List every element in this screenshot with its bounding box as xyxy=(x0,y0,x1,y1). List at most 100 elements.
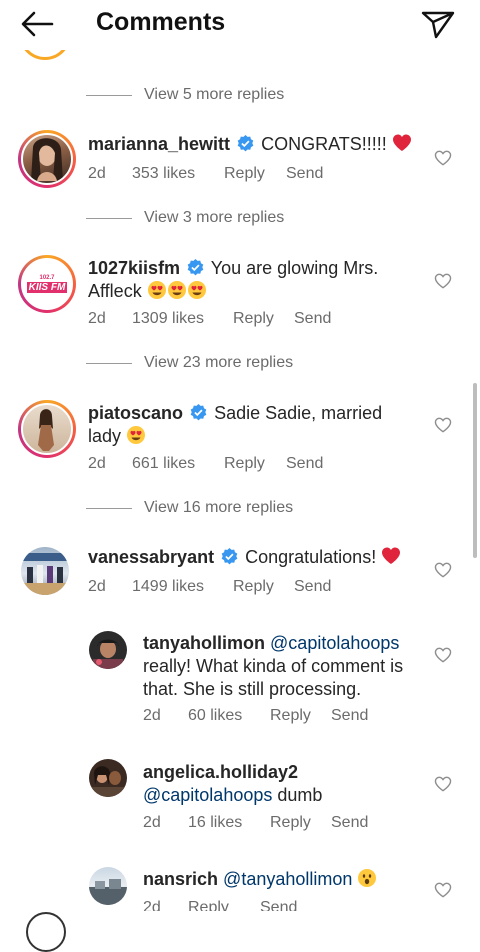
avatar-photo xyxy=(38,409,54,451)
send-button[interactable]: Send xyxy=(331,814,368,832)
reply-text: nansrich @tanyahollimon xyxy=(143,868,428,891)
view-more-replies-button[interactable]: View 16 more replies xyxy=(86,499,293,517)
avatar-photo xyxy=(21,553,69,595)
header-bar: Comments xyxy=(0,0,480,50)
avatar[interactable] xyxy=(89,631,127,669)
like-heart-icon[interactable] xyxy=(434,562,452,578)
likes-count[interactable]: 60 likes xyxy=(188,707,270,725)
view-more-replies-button[interactable]: View 3 more replies xyxy=(86,209,284,227)
avatar[interactable] xyxy=(89,759,127,797)
comment-text: 1027kiisfm You are glowing Mrs. Affleck xyxy=(88,257,418,303)
comment-body-line2: Affleck xyxy=(88,281,142,301)
username-link[interactable]: angelica.holliday2 xyxy=(143,762,298,782)
reply-button[interactable]: Reply xyxy=(233,578,294,596)
likes-count[interactable]: 353 likes xyxy=(132,165,224,183)
heart-eyes-emoji-icon xyxy=(167,281,186,299)
view-more-replies-button[interactable]: View 5 more replies xyxy=(86,86,284,104)
comment-text: piatoscano Sadie Sadie, married lady xyxy=(88,402,418,448)
scrollbar[interactable] xyxy=(473,383,477,558)
likes-count[interactable]: 16 likes xyxy=(188,814,270,832)
back-arrow-icon[interactable] xyxy=(20,10,56,38)
like-heart-icon[interactable] xyxy=(434,647,452,663)
heart-eyes-emoji-icon xyxy=(187,281,206,299)
likes-count[interactable]: 1499 likes xyxy=(132,578,233,596)
reply-body: dumb xyxy=(277,785,323,805)
likes-count[interactable]: 661 likes xyxy=(132,455,224,473)
reply-button[interactable]: Reply xyxy=(188,899,260,911)
view-replies-label: View 3 more replies xyxy=(144,209,285,226)
direct-send-icon[interactable] xyxy=(420,8,456,40)
heart-eyes-emoji-icon xyxy=(127,426,146,444)
comment-text: marianna_hewitt CONGRATS!!!!! xyxy=(88,133,412,156)
comment-time: 2d xyxy=(143,899,161,911)
reply-text: tanyahollimon @capitolahoops really! Wha… xyxy=(143,632,428,701)
mention-link[interactable]: @tanyahollimon xyxy=(223,869,352,889)
avatar-logo-top: 102.7 xyxy=(39,275,55,281)
send-button[interactable]: Send xyxy=(286,165,323,183)
username-link[interactable]: piatoscano xyxy=(88,403,183,423)
like-heart-icon[interactable] xyxy=(434,417,452,433)
send-button[interactable]: Send xyxy=(286,455,323,473)
comment-body-line1: You are glowing Mrs. xyxy=(210,258,379,278)
avatar-photo xyxy=(31,138,63,181)
verified-badge-icon xyxy=(190,404,207,421)
username-link[interactable]: tanyahollimon xyxy=(143,633,265,653)
surprised-face-emoji-icon xyxy=(358,869,377,887)
reply-text: angelica.holliday2 @capitolahoops dumb xyxy=(143,761,428,807)
comment-meta: 2d 353 likes Reply Send xyxy=(88,165,323,183)
next-comment-avatar xyxy=(26,912,66,952)
comment-meta: 2d 1309 likes Reply Send xyxy=(88,310,331,328)
reply-meta: 2d 60 likes Reply Send xyxy=(143,707,368,725)
mention-link[interactable]: @capitolahoops xyxy=(270,633,399,653)
comment-time: 2d xyxy=(143,707,161,724)
likes-count[interactable]: 1309 likes xyxy=(132,310,233,328)
red-heart-emoji-icon xyxy=(382,547,401,564)
reply-button[interactable]: Reply xyxy=(270,814,331,832)
kiis-logo: KIIS FM xyxy=(26,282,68,293)
username-link[interactable]: nansrich xyxy=(143,869,218,889)
divider-line xyxy=(86,94,132,96)
reply-button[interactable]: Reply xyxy=(224,165,286,183)
like-heart-icon[interactable] xyxy=(434,273,452,289)
comment-time: 2d xyxy=(88,310,106,327)
comment-body-line2: lady xyxy=(88,426,122,446)
comment-meta: 2d 661 likes Reply Send xyxy=(88,455,323,473)
avatar[interactable] xyxy=(18,400,76,458)
avatar[interactable] xyxy=(89,867,127,905)
comment-time: 2d xyxy=(88,455,106,472)
send-button[interactable]: Send xyxy=(294,578,331,596)
avatar-photo xyxy=(89,879,127,905)
reply-body-line3: that. She is still processing. xyxy=(143,679,362,699)
send-button[interactable]: Send xyxy=(260,899,297,911)
like-heart-icon[interactable] xyxy=(434,776,452,792)
verified-badge-icon xyxy=(187,259,204,276)
like-heart-icon[interactable] xyxy=(434,150,452,166)
send-button[interactable]: Send xyxy=(294,310,331,328)
reply-button[interactable]: Reply xyxy=(224,455,286,473)
comment-text: vanessabryant Congratulations! xyxy=(88,546,401,569)
avatar[interactable]: 102.7 KIIS FM xyxy=(18,255,76,313)
reply-button[interactable]: Reply xyxy=(270,707,331,725)
username-link[interactable]: vanessabryant xyxy=(88,547,214,567)
red-heart-emoji-icon xyxy=(392,134,411,151)
divider-line xyxy=(86,362,132,364)
avatar-photo xyxy=(89,766,127,797)
mention-link[interactable]: @capitolahoops xyxy=(143,785,272,805)
comment-time: 2d xyxy=(88,578,106,595)
reply-button[interactable]: Reply xyxy=(233,310,294,328)
comment-meta: 2d 1499 likes Reply Send xyxy=(88,578,331,596)
send-button[interactable]: Send xyxy=(331,707,368,725)
divider-line xyxy=(86,507,132,509)
like-heart-icon[interactable] xyxy=(434,882,452,898)
avatar[interactable] xyxy=(18,130,76,188)
avatar[interactable] xyxy=(21,547,69,595)
comment-body: Congratulations! xyxy=(245,547,377,567)
page-title: Comments xyxy=(96,8,226,36)
reply-body-line2: really! What kinda of comment is xyxy=(143,656,404,676)
reply-meta: 2d 16 likes Reply Send xyxy=(143,814,368,832)
view-more-replies-button[interactable]: View 23 more replies xyxy=(86,354,293,372)
comment-body-line1: Sadie Sadie, married xyxy=(214,403,383,423)
verified-badge-icon xyxy=(221,548,238,565)
username-link[interactable]: marianna_hewitt xyxy=(88,134,230,154)
username-link[interactable]: 1027kiisfm xyxy=(88,258,180,278)
